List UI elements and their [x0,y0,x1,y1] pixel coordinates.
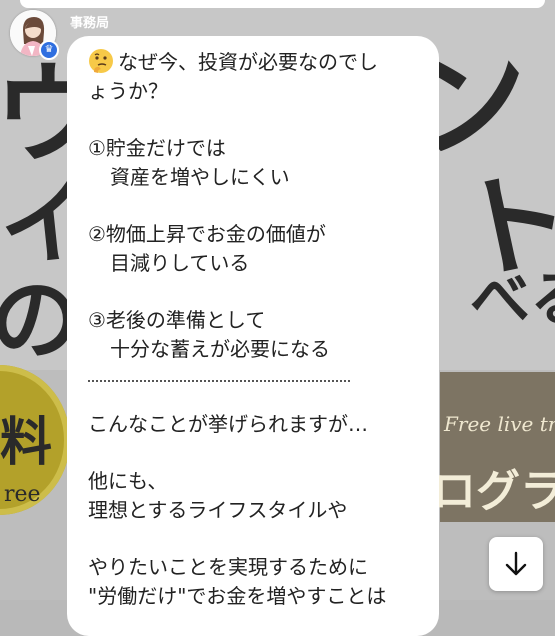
message-line: こんなことが挙げられますが… [88,412,368,436]
point-1-detail: 資産を増やしにくい [110,165,290,189]
message-line: 他にも、 [88,469,168,493]
point-1-heading: ①貯金だけでは [88,136,226,160]
band-text-english: Free live tre [444,412,555,436]
message-line: ょうか？ [88,79,168,103]
point-2-detail: 目減りしている [110,251,250,275]
seal-text: ree [4,482,41,507]
band-text-japanese: ログラ [432,466,555,517]
message-line-text: なぜ今、投資が必要なのでし [118,50,378,74]
message-line: "労働だけ"でお金を増やすことは [88,584,387,608]
banner-glyph: べる [470,265,555,335]
arrow-down-icon [505,551,527,576]
point-3-heading: ③老後の準備として [88,308,266,332]
seal-kanji: 料 [0,412,53,473]
crown-icon: ♛ [39,40,59,60]
message-line: やりたいことを実現するために [88,555,368,579]
point-2-heading: ②物価上昇でお金の価値が [88,222,326,246]
message-line: なぜ今、投資が必要なのでし [88,48,418,77]
message-line: 理想とするライフスタイルや [88,498,348,522]
message-body: なぜ今、投資が必要なのでし ょうか？ ①貯金だけでは 資産を増やしにくい ②物価… [88,48,418,611]
scroll-to-bottom-button[interactable] [489,537,543,591]
thinking-face-icon [89,49,113,73]
sender-name: 事務局 [70,16,110,31]
dotted-divider [88,380,350,382]
previous-message-edge [20,0,545,8]
point-3-detail: 十分な蓄えが必要になる [110,337,330,361]
